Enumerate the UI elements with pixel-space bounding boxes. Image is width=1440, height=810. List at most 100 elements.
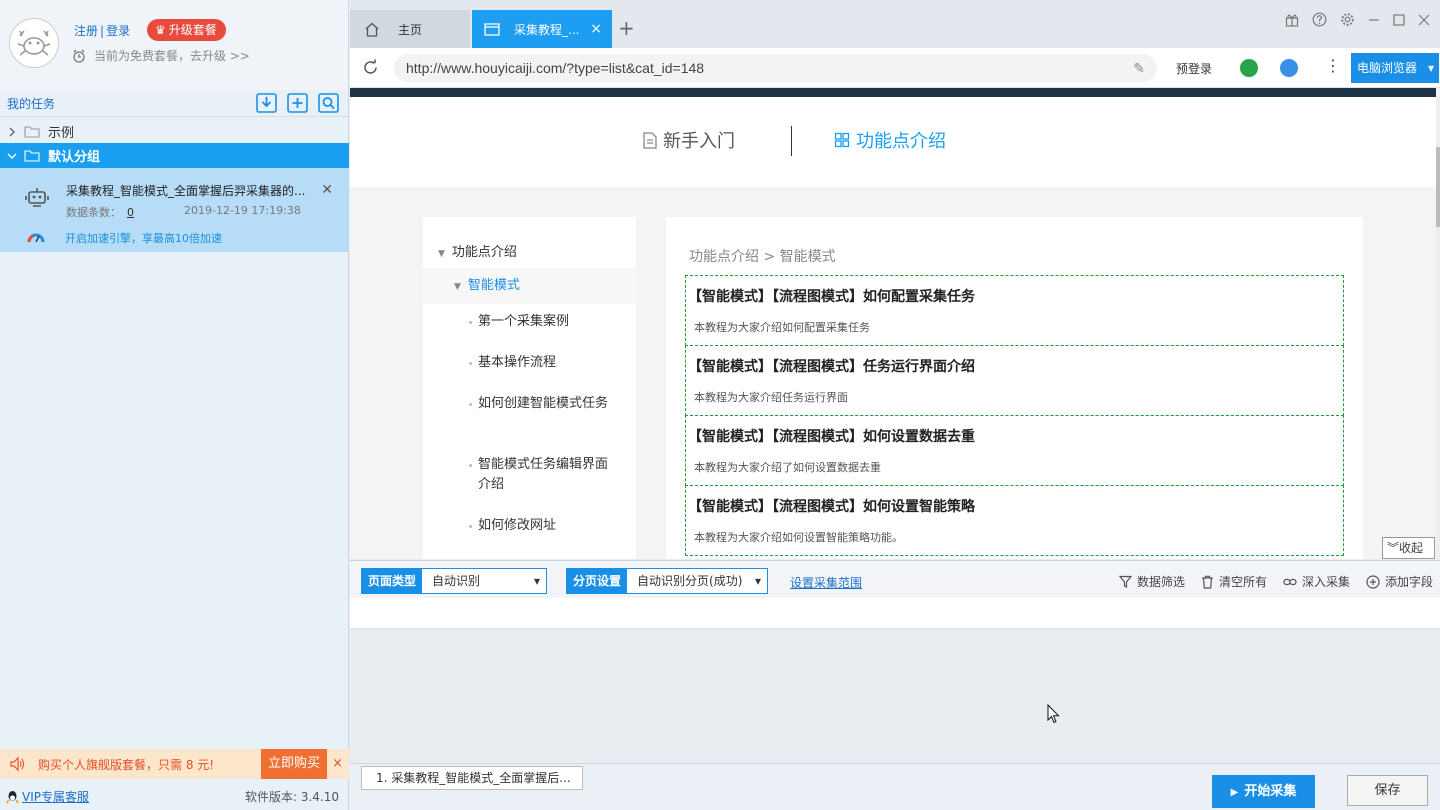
plan-info[interactable]: 当前为免费套餐，去升级 >> [72,47,250,64]
browser-mode-select[interactable]: 电脑浏览器 ▾ [1351,53,1439,83]
vip-support-link[interactable]: VIP专属客服 [22,788,89,805]
tab-bar: 主页 采集教程_... × + [350,0,1440,48]
mouse-cursor-icon [1047,704,1060,724]
deep-collect-button[interactable]: 深入采集 [1283,573,1350,590]
gift-icon[interactable] [1285,13,1299,27]
tab-home[interactable]: 主页 [350,10,470,48]
article-title: 【智能模式】【流程图模式】如何设置数据去重 [688,429,975,445]
tab-tutorial[interactable]: 采集教程_... × [472,10,612,48]
tab-label: 主页 [398,22,423,37]
url-text: http://www.houyicaiji.com/?type=list&cat… [406,60,705,76]
count-value[interactable]: 0 [127,206,134,219]
close-window-icon[interactable] [1418,14,1430,26]
group-example[interactable]: 示例 [0,119,349,144]
data-filter-button[interactable]: 数据筛选 [1118,573,1185,590]
add-field-label: 添加字段 [1384,575,1433,589]
save-button[interactable]: 保存 [1347,775,1428,806]
nav-item[interactable]: 如何修改网址 [469,516,608,536]
help-icon[interactable] [1312,12,1327,27]
article-item[interactable]: 【智能模式】【流程图模式】如何配置采集任务 本教程为大家介绍如何配置采集任务 [685,275,1344,346]
caret-down-icon: ▼ [454,282,461,292]
import-task-icon[interactable] [256,93,277,113]
data-grid[interactable] [350,598,1440,629]
robot-icon [25,188,49,207]
set-range-link[interactable]: 设置采集范围 [790,574,862,591]
reload-icon[interactable] [362,59,379,76]
address-bar: http://www.houyicaiji.com/?type=list&cat… [350,48,1440,88]
promo-text: 购买个人旗舰版套餐，只需 8 元! [38,757,215,772]
group-label: 示例 [48,126,75,141]
promo-bar: 购买个人旗舰版套餐，只需 8 元! 立即购买 × [0,749,349,779]
home-icon [365,22,379,37]
filter-icon [1118,575,1132,588]
page-icon [484,22,500,36]
task-item[interactable]: 采集教程_智能模式_全面掌握后羿采集器的... 数据条数： 0 2019-12-1… [0,168,349,252]
minimize-icon[interactable] [1368,14,1380,26]
beginner-guide-link[interactable]: 新手入门 [643,127,735,153]
filter-label: 数据筛选 [1136,575,1185,589]
url-input[interactable]: http://www.houyicaiji.com/?type=list&cat… [394,54,1157,82]
upgrade-button[interactable]: ♛ 升级套餐 [147,19,226,41]
qq-icon [6,790,19,803]
start-label: 开始采集 [1244,784,1297,799]
speed-boost-link[interactable]: 开启加速引擎，享最高10倍加速 [65,230,222,246]
nav-item[interactable]: 第一个采集案例 [469,312,608,332]
collapse-button[interactable]: ︾收起 [1382,537,1435,559]
login-link[interactable]: 登录 [106,24,130,38]
scroll-thumb[interactable] [1436,147,1440,227]
chevron-right-icon [9,127,15,136]
collapse-label: 收起 [1399,541,1424,555]
scrollbar[interactable] [1436,97,1440,559]
prelogin-button[interactable]: 预登录 [1176,60,1212,77]
feature-intro-link[interactable]: 功能点介绍 [834,127,946,153]
add-field-button[interactable]: 添加字段 [1366,573,1433,590]
page-type-select[interactable]: 页面类型 自动识别 [361,568,548,594]
article-desc: 本教程为大家介绍了如何设置数据去重 [694,461,881,474]
link-separator: | [100,24,105,38]
extension-green-icon[interactable] [1240,59,1258,77]
web-view: 新手入门 功能点介绍 ▼ 功能点介绍 ▼ 智能模式 第一个采集案例 基本操作流程 如… [350,88,1440,559]
search-task-icon[interactable] [318,93,339,113]
close-icon[interactable]: × [332,756,343,771]
task-title: 采集教程_智能模式_全面掌握后羿采集器的... [66,184,306,198]
new-task-icon[interactable] [287,93,308,113]
page-type-label: 页面类型 [362,569,423,593]
nav-root[interactable]: ▼ 功能点介绍 [438,241,517,260]
close-icon[interactable]: × [590,21,602,37]
paging-select[interactable]: 分页设置 自动识别分页(成功) [566,568,769,594]
nav-smart-mode[interactable]: ▼ 智能模式 [423,268,636,304]
register-link[interactable]: 注册 [74,24,98,38]
extension-blue-icon[interactable] [1280,59,1298,77]
left-footer: VIP专属客服 软件版本: 3.4.10 [0,783,349,810]
speaker-icon [10,756,25,772]
buy-now-button[interactable]: 立即购买 [261,749,327,779]
alarm-clock-icon [73,49,85,63]
my-tasks-header: 我的任务 [0,90,349,117]
paging-label: 分页设置 [567,569,628,593]
avatar[interactable] [9,18,59,68]
nav-item[interactable]: 基本操作流程 [469,353,608,373]
nav-item[interactable]: 智能模式任务编辑界面介绍 [469,455,608,495]
article-desc: 本教程为大家介绍如何配置采集任务 [694,321,870,334]
start-collect-button[interactable]: ▶ 开始采集 [1212,775,1315,808]
upgrade-label: 升级套餐 [168,23,217,37]
article-item[interactable]: 【智能模式】【流程图模式】如何设置智能策略 本教程为大家介绍如何设置智能策略功能… [685,485,1344,556]
crown-icon: ♛ [155,23,166,37]
plus-circle-icon [1366,574,1380,589]
group-default[interactable]: 默认分组 [0,143,349,168]
article-list: 功能点介绍 > 智能模式 【智能模式】【流程图模式】如何配置采集任务 本教程为大… [666,217,1363,559]
maximize-icon[interactable] [1393,13,1405,26]
clear-all-button[interactable]: 清空所有 [1201,573,1267,590]
play-icon: ▶ [1230,787,1239,798]
tab-label: 采集教程_... [514,22,580,37]
more-menu-icon[interactable]: ⋮ [1325,56,1341,75]
close-icon[interactable]: ✕ [321,182,333,198]
article-item[interactable]: 【智能模式】【流程图模式】如何设置数据去重 本教程为大家介绍了如何设置数据去重 [685,415,1344,486]
article-item[interactable]: 【智能模式】【流程图模式】任务运行界面介绍 本教程为大家介绍任务运行界面 [685,345,1344,416]
new-tab-button[interactable]: + [618,16,635,40]
nav-item[interactable]: 如何创建智能模式任务 [469,394,608,414]
gear-icon[interactable] [1340,12,1355,27]
page-type-value: 自动识别 [422,569,547,593]
edit-icon[interactable]: ✎ [1133,54,1145,82]
task-chip[interactable]: 1. 采集教程_智能模式_全面掌握后... [361,766,583,790]
